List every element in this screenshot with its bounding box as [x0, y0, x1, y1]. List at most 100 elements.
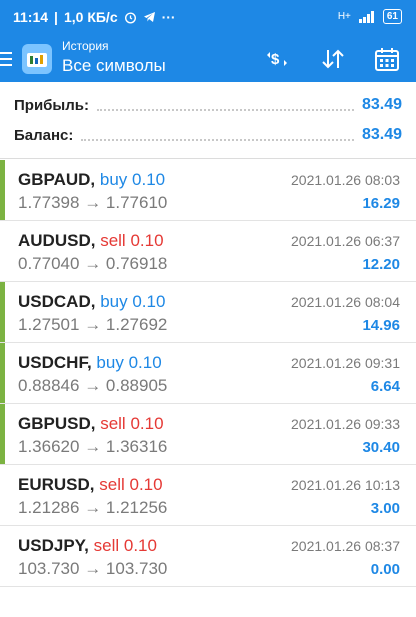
profit-accent-bar: [0, 343, 5, 403]
status-more-dots: ···: [161, 9, 176, 25]
deal-symbol: AUDUSD,: [18, 231, 96, 250]
deal-type: buy: [100, 292, 128, 311]
page-title[interactable]: Все символы: [62, 56, 166, 76]
telegram-icon: [143, 12, 155, 22]
deal-time: 2021.01.26 09:33: [291, 416, 400, 432]
svg-text:$: $: [271, 51, 280, 68]
arrow-icon: →: [84, 559, 102, 578]
deal-prices: 103.730 → 103.730: [18, 559, 167, 579]
profit-value: 83.49: [361, 96, 402, 113]
deal-symbol: GBPUSD,: [18, 414, 96, 433]
deal-symbol: USDCAD,: [18, 292, 96, 311]
close-price: 1.36316: [105, 437, 168, 456]
close-price: 103.730: [105, 559, 168, 578]
close-price: 1.27692: [105, 315, 168, 334]
dotted-leader: [97, 99, 354, 111]
deal-header: AUDUSD, sell 0.10: [18, 231, 164, 251]
status-left: 11:14 | 1,0 КБ/с ···: [13, 9, 176, 25]
divider: [0, 158, 416, 159]
open-price: 103.730: [18, 559, 80, 578]
deal-volume: 0.10: [129, 475, 163, 494]
deal-type: buy: [99, 170, 128, 189]
deal-header: GBPUSD, sell 0.10: [18, 414, 164, 434]
open-price: 1.36620: [18, 437, 80, 456]
deal-prices: 1.27501 → 1.27692: [18, 315, 167, 335]
deal-profit: 0.00: [370, 561, 400, 578]
arrow-icon: →: [84, 315, 102, 334]
deal-type: sell: [93, 536, 120, 555]
sort-button[interactable]: [318, 45, 348, 73]
deal-prices: 0.88846 → 0.88905: [18, 376, 167, 396]
currency-exchange-button[interactable]: $: [262, 45, 292, 73]
menu-icon[interactable]: [0, 52, 12, 66]
deal-time: 2021.01.26 08:04: [291, 294, 400, 310]
deal-header: EURUSD, sell 0.10: [18, 475, 163, 495]
deal-row[interactable]: USDCHF, buy 0.10 0.88846 → 0.88905 2021.…: [0, 343, 416, 404]
signal-icon: [358, 10, 374, 23]
deal-volume: 0.10: [132, 170, 166, 189]
calendar-icon: [375, 48, 399, 71]
deal-prices: 0.77040 → 0.76918: [18, 254, 167, 274]
calendar-button[interactable]: [372, 45, 402, 73]
deal-profit: 14.96: [362, 317, 400, 334]
status-bar: 11:14 | 1,0 КБ/с ··· H+ 61: [0, 0, 416, 36]
deal-volume: 0.10: [130, 231, 164, 250]
summary-panel: Прибыль: 83.49 Баланс: 83.49: [0, 82, 416, 160]
deal-row[interactable]: USDJPY, sell 0.10 103.730 → 103.730 2021…: [0, 526, 416, 587]
profit-label: Прибыль:: [14, 96, 89, 114]
deal-time: 2021.01.26 06:37: [291, 233, 400, 249]
deal-symbol: USDJPY,: [18, 536, 89, 555]
deal-row[interactable]: AUDUSD, sell 0.10 0.77040 → 0.76918 2021…: [0, 221, 416, 282]
deal-header: USDCHF, buy 0.10: [18, 353, 162, 373]
deal-time: 2021.01.26 09:31: [291, 355, 400, 371]
deal-symbol: EURUSD,: [18, 475, 95, 494]
status-right: H+ 61: [338, 9, 402, 24]
deal-row[interactable]: EURUSD, sell 0.10 1.21286 → 1.21256 2021…: [0, 465, 416, 526]
deal-header: GBPAUD, buy 0.10: [18, 170, 165, 190]
deal-volume: 0.10: [132, 292, 166, 311]
arrow-icon: →: [84, 376, 102, 395]
deal-row[interactable]: GBPAUD, buy 0.10 1.77398 → 1.77610 2021.…: [0, 160, 416, 221]
deal-volume: 0.10: [123, 536, 157, 555]
deal-prices: 1.77398 → 1.77610: [18, 193, 167, 213]
currency-exchange-icon: $: [267, 51, 287, 68]
balance-row: Баланс: 83.49: [14, 124, 402, 146]
open-price: 1.77398: [18, 193, 80, 212]
deal-symbol: USDCHF,: [18, 353, 92, 372]
deal-volume: 0.10: [128, 353, 162, 372]
deal-header: USDJPY, sell 0.10: [18, 536, 157, 556]
deal-time: 2021.01.26 10:13: [291, 477, 400, 493]
deal-profit: 12.20: [362, 256, 400, 273]
app-bar: История Все символы $: [0, 36, 416, 82]
arrow-icon: →: [84, 498, 102, 517]
sort-icon: [322, 49, 344, 69]
open-price: 1.21286: [18, 498, 80, 517]
app-logo: [22, 44, 52, 74]
deal-row[interactable]: USDCAD, buy 0.10 1.27501 → 1.27692 2021.…: [0, 282, 416, 343]
deal-profit: 3.00: [370, 500, 400, 517]
deal-row[interactable]: GBPUSD, sell 0.10 1.36620 → 1.36316 2021…: [0, 404, 416, 465]
profit-accent-bar: [0, 404, 5, 464]
battery-icon: 61: [382, 9, 402, 24]
deal-profit: 6.64: [370, 378, 400, 395]
balance-label: Баланс:: [14, 126, 74, 144]
deal-time: 2021.01.26 08:37: [291, 538, 400, 554]
close-price: 0.76918: [105, 254, 168, 273]
profit-accent-bar: [0, 160, 5, 220]
deal-type: sell: [100, 231, 126, 250]
arrow-icon: →: [84, 254, 102, 273]
deal-type: buy: [96, 353, 124, 372]
open-price: 0.88846: [18, 376, 80, 395]
deal-symbol: GBPAUD,: [18, 170, 96, 189]
status-speed: 1,0 КБ/с: [63, 9, 118, 25]
deal-type: sell: [100, 414, 126, 433]
deal-profit: 16.29: [362, 195, 400, 212]
arrow-icon: →: [84, 193, 102, 212]
network-type: H+: [337, 11, 351, 22]
open-price: 1.27501: [18, 315, 80, 334]
balance-value: 83.49: [361, 126, 402, 143]
close-price: 1.77610: [105, 193, 168, 212]
deal-type: sell: [99, 475, 125, 494]
deal-header: USDCAD, buy 0.10: [18, 292, 165, 312]
arrow-icon: →: [84, 437, 102, 456]
